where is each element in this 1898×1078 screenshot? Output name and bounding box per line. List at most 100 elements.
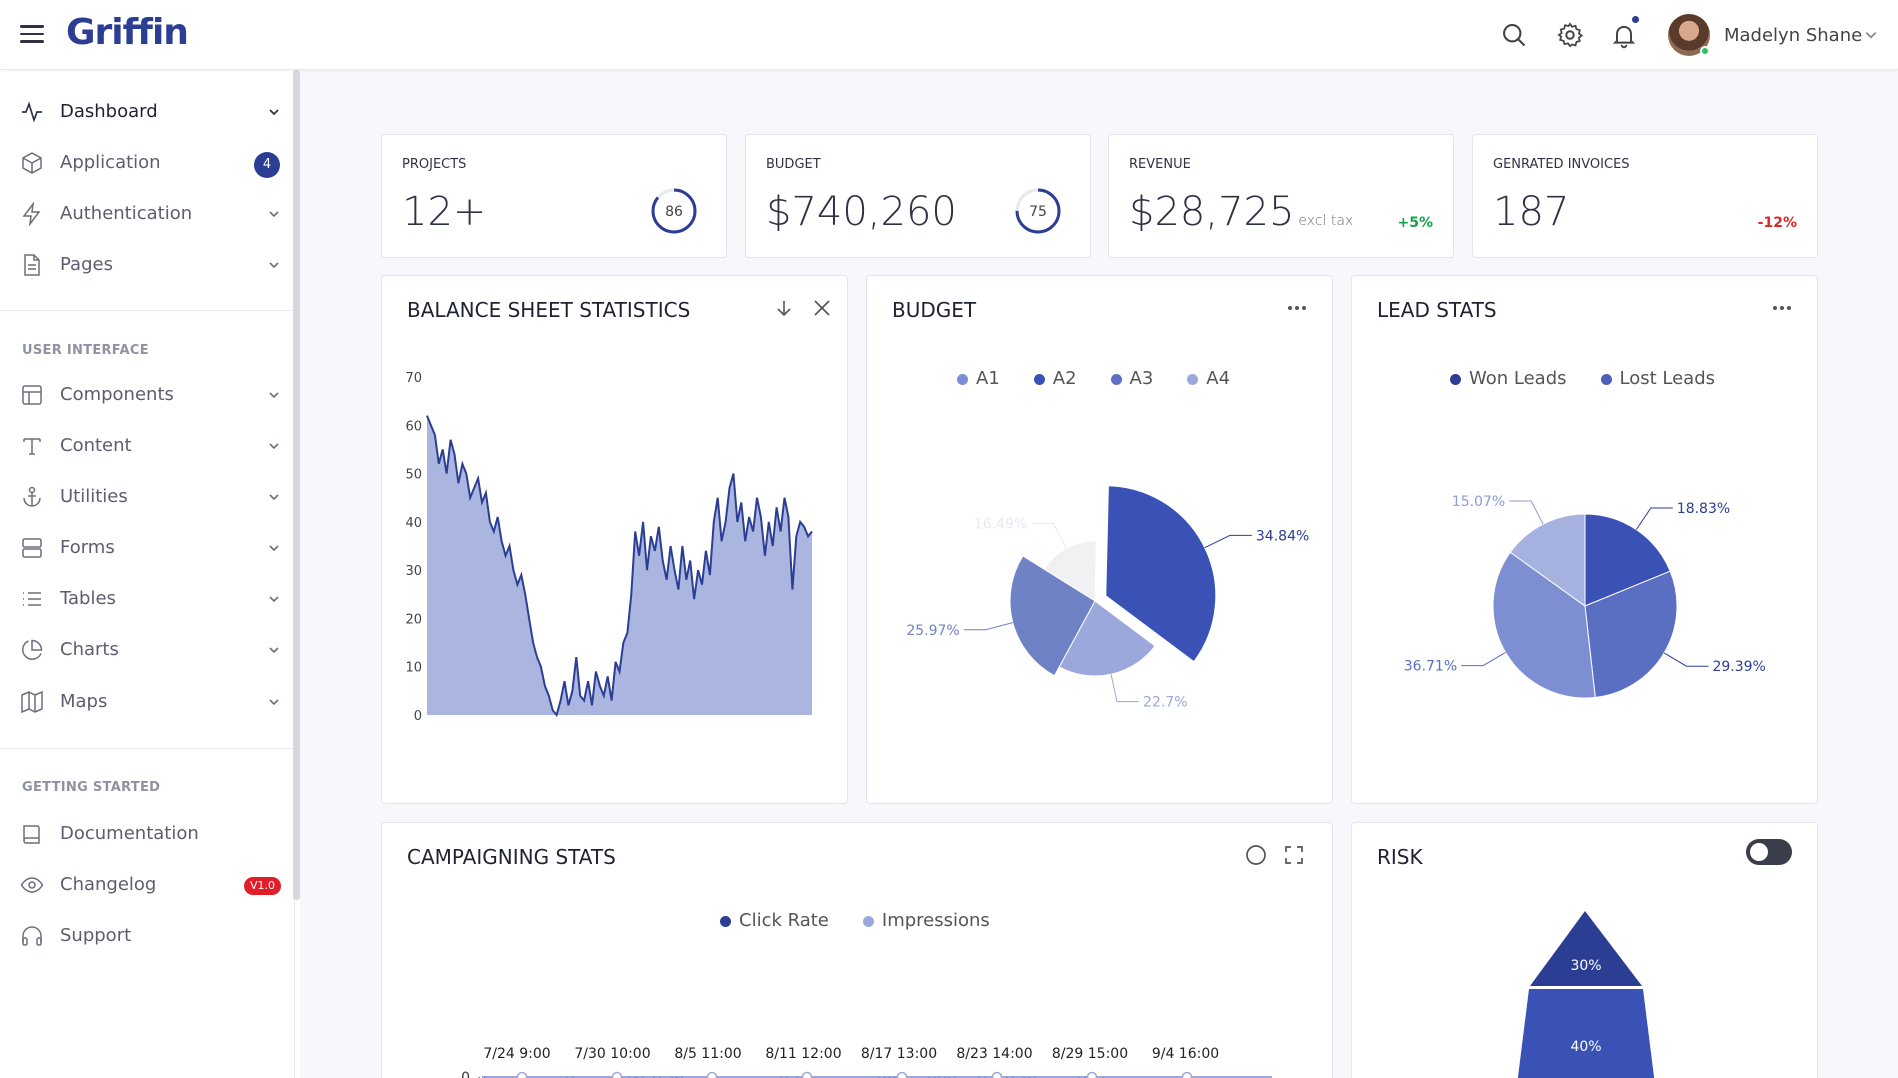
stat-card-invoices: GENRATED INVOICES 187 -12% <box>1472 134 1818 258</box>
legend-item[interactable]: Lost Leads <box>1600 368 1715 389</box>
user-name[interactable]: Madelyn Shane <box>1724 25 1862 46</box>
legend-label: A1 <box>976 368 1000 389</box>
y-tick-label: 20 <box>405 612 422 627</box>
sidebar-item-label: Pages <box>60 254 113 275</box>
anchor-icon <box>23 486 41 507</box>
menu-icon[interactable] <box>20 25 44 45</box>
card-title: RISK <box>1377 845 1423 869</box>
arrow-down-icon[interactable] <box>772 296 796 320</box>
risk-funnel-chart: 30% 40% <box>1517 911 1655 1078</box>
sidebar-item-dashboard[interactable]: Dashboard <box>0 90 290 134</box>
sidebar-item-content[interactable]: Content <box>0 424 290 468</box>
funnel-segment <box>1530 911 1642 986</box>
maximize-icon[interactable] <box>1282 843 1306 867</box>
chevron-down-icon <box>269 392 279 399</box>
risk-toggle[interactable] <box>1746 839 1792 865</box>
y-tick-label: 70 <box>405 371 422 386</box>
stat-card-budget: BUDGET $740,260 75 <box>745 134 1091 258</box>
divider <box>0 748 293 749</box>
legend-marker <box>1187 373 1199 385</box>
chevron-down-icon <box>269 494 279 501</box>
data-label: 22.7% <box>1143 695 1187 711</box>
card-title: CAMPAIGNING STATS <box>407 845 616 869</box>
sidebar-item-application[interactable]: Application 4 <box>0 141 290 185</box>
legend-item[interactable]: A3 <box>1110 368 1153 389</box>
change-badge: +5% <box>1397 215 1434 231</box>
sidebar-item-authentication[interactable]: Authentication <box>0 192 290 236</box>
x-tick-label: 8/29 15:00 <box>1052 1046 1128 1062</box>
stat-title: BUDGET <box>766 157 821 172</box>
chevron-down-icon <box>269 443 279 450</box>
risk-card: RISK 30% 40% <box>1351 822 1818 1078</box>
data-label: 36.71% <box>1404 659 1457 675</box>
circle-icon[interactable] <box>1244 843 1268 867</box>
x-tick-label: 7/30 10:00 <box>574 1046 650 1062</box>
sidebar-item-label: Charts <box>60 639 119 660</box>
chevron-down-icon <box>269 109 279 116</box>
sidebar-item-tables[interactable]: Tables <box>0 577 290 621</box>
card-title: BUDGET <box>892 298 977 322</box>
stat-value: $740,260 <box>766 189 957 235</box>
sidebar-item-maps[interactable]: Maps <box>0 680 290 724</box>
chevron-down-icon <box>269 211 279 218</box>
legend-label: Click Rate <box>739 910 829 931</box>
stat-card-revenue: REVENUE $28,725 excl tax +5% <box>1108 134 1454 258</box>
sidebar-item-label: Documentation <box>60 823 199 844</box>
box-icon <box>22 152 42 174</box>
sidebar-item-components[interactable]: Components <box>0 373 290 417</box>
card-title: LEAD STATS <box>1377 298 1497 322</box>
legend-item[interactable]: A1 <box>957 368 1000 389</box>
data-label: 15.07% <box>1452 494 1505 510</box>
top-bar: Griffin Madelyn Shane <box>0 0 1898 70</box>
more-horizontal-icon[interactable] <box>1770 296 1794 320</box>
notification-dot <box>1632 16 1639 23</box>
close-icon[interactable] <box>810 296 834 320</box>
server-icon <box>22 538 42 558</box>
funnel-label: 30% <box>1570 958 1601 974</box>
progress-ring: 86 <box>651 188 697 234</box>
progress-ring: 75 <box>1015 188 1061 234</box>
sidebar-item-changelog[interactable]: Changelog V1.0 <box>0 863 290 907</box>
sidebar-item-pages[interactable]: Pages <box>0 243 290 287</box>
campaign-line-chart: 7/24 9:00 7/30 10:00 8/5 11:00 8/11 12:00 8/… <box>461 1046 1272 1078</box>
app-logo[interactable]: Griffin <box>66 12 189 53</box>
legend-marker <box>720 915 731 927</box>
sidebar-item-support[interactable]: Support <box>0 914 290 958</box>
sidebar-item-charts[interactable]: Charts <box>0 628 290 672</box>
file-icon <box>24 254 40 276</box>
sidebar-item-label: Content <box>60 435 132 456</box>
legend-item[interactable]: Won Leads <box>1450 368 1567 389</box>
sidebar-item-utilities[interactable]: Utilities <box>0 475 290 519</box>
layout-icon <box>22 385 42 405</box>
legend-item[interactable]: Impressions <box>862 910 990 931</box>
chevron-down-icon <box>269 647 279 654</box>
leader-line <box>963 622 1013 631</box>
change-badge: -12% <box>1757 215 1797 231</box>
legend-marker <box>1600 373 1612 385</box>
sidebar-item-documentation[interactable]: Documentation <box>0 812 290 856</box>
data-label: 34.84% <box>1256 528 1309 544</box>
data-label: 25.97% <box>906 623 959 639</box>
bell-icon[interactable] <box>1610 21 1638 49</box>
legend-marker <box>1033 373 1045 385</box>
sidebar-scrollbar[interactable] <box>293 70 300 900</box>
sidebar-item-label: Tables <box>60 588 116 609</box>
stat-value: 187 <box>1493 189 1570 235</box>
sidebar-item-label: Application <box>60 152 161 173</box>
sidebar-item-forms[interactable]: Forms <box>0 526 290 570</box>
legend-item[interactable]: A2 <box>1033 368 1077 389</box>
headphones-icon <box>22 926 42 946</box>
gear-icon[interactable] <box>1556 21 1584 49</box>
more-horizontal-icon[interactable] <box>1285 296 1309 320</box>
map-icon <box>21 690 43 714</box>
search-icon[interactable] <box>1500 21 1528 49</box>
stat-value: $28,725 excl tax <box>1129 189 1353 235</box>
budget-card: BUDGET A1 A2 A3 A4 16.49% 34.84% 22.7% 25.97% <box>866 275 1333 804</box>
stat-card-projects: PROJECTS 12+ 86 <box>381 134 727 258</box>
chevron-down-icon[interactable] <box>1864 28 1878 42</box>
legend-item[interactable]: A4 <box>1187 368 1230 389</box>
x-tick-label: 8/23 14:00 <box>956 1046 1032 1062</box>
legend-item[interactable]: Click Rate <box>720 910 829 931</box>
funnel-segment <box>1517 989 1655 1078</box>
stat-title: PROJECTS <box>402 157 467 172</box>
